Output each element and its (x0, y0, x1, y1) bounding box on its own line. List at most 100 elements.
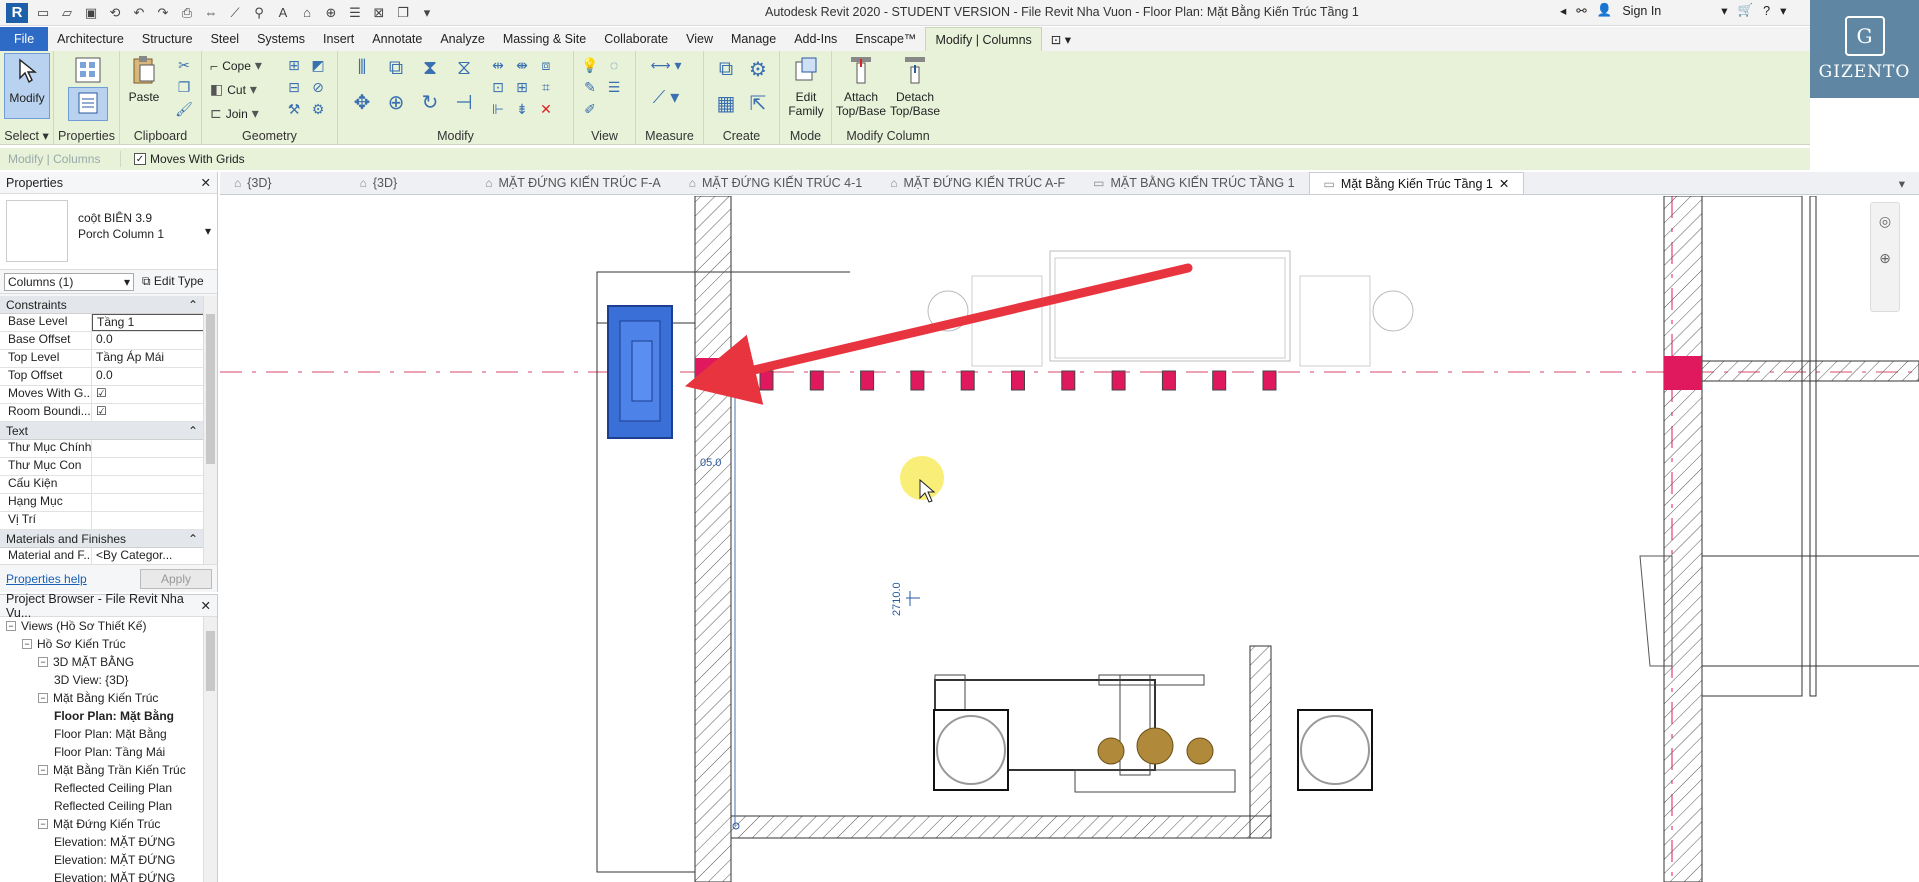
unpin-icon[interactable]: ⊞ (512, 77, 532, 97)
small-column[interactable] (1061, 370, 1076, 391)
tab-enscape[interactable]: Enscape™ (846, 27, 925, 51)
customize-qat-icon[interactable]: ▾ (418, 5, 436, 21)
moves-with-grids-prop-checkbox[interactable]: ☑ (92, 386, 204, 403)
moves-with-grids-checkbox[interactable]: ✓ (134, 153, 146, 165)
browser-tree-node[interactable]: − Mặt Đứng Kiến Trúc (0, 815, 204, 833)
tab-structure[interactable]: Structure (133, 27, 202, 51)
prop-row[interactable]: Hạng Mục (0, 494, 204, 512)
prop-value-field[interactable] (92, 458, 204, 475)
text-icon[interactable]: A (274, 5, 292, 21)
tab-massing-site[interactable]: Massing & Site (494, 27, 595, 51)
tab-steel[interactable]: Steel (202, 27, 249, 51)
small-column[interactable] (1212, 370, 1227, 391)
section-text[interactable]: Text ⌃ (0, 422, 204, 440)
prop-row[interactable]: Moves With G... ☑ (0, 386, 204, 404)
scrollbar-thumb[interactable] (206, 631, 215, 691)
trim-single-icon[interactable]: ⊩ (488, 99, 508, 119)
dimension-small-text[interactable]: 05.0 (700, 457, 721, 469)
tabs-dropdown-icon[interactable]: ▾ (1885, 172, 1919, 194)
browser-tree-node[interactable]: 3D View: {3D} (0, 671, 204, 689)
browser-tree-node[interactable]: Reflected Ceiling Plan (0, 797, 204, 815)
detach-top-base-button[interactable]: Detach Top/Base (890, 53, 940, 118)
instance-filter-select[interactable]: Columns (1) ▾ (4, 272, 134, 291)
navigation-bar[interactable]: ◎ ⊕ (1870, 202, 1900, 312)
browser-tree-node[interactable]: Elevation: MẶT ĐỨNG (0, 851, 204, 869)
modify-button[interactable]: Modify (4, 53, 50, 119)
cut-dropdown-icon[interactable]: ▾ (250, 81, 257, 98)
tab-add-ins[interactable]: Add-Ins (785, 27, 846, 51)
mirror-draw-icon[interactable]: ⧖ (450, 55, 478, 81)
small-column[interactable] (1161, 370, 1176, 391)
small-column[interactable] (1262, 370, 1277, 391)
type-selector-dropdown-icon[interactable]: ▾ (205, 224, 211, 263)
trim-multiple-icon[interactable]: ⌗ (536, 77, 556, 97)
tab-insert[interactable]: Insert (314, 27, 363, 51)
sections-icon[interactable]: ⊕ (322, 5, 340, 21)
cope-dropdown-icon[interactable]: ▾ (255, 57, 262, 74)
offset-icon[interactable]: ⧉ (382, 55, 410, 81)
small-column[interactable] (759, 370, 774, 391)
browser-tree-node[interactable]: − Views (Hồ Sơ Thiết Kế) (0, 617, 204, 635)
browser-tree-node[interactable]: Reflected Ceiling Plan (0, 779, 204, 797)
copy-element-icon[interactable]: ⊕ (382, 89, 410, 115)
top-level-field[interactable]: Tầng Áp Mái (92, 350, 204, 367)
align-icon[interactable]: ⫴ (348, 55, 376, 81)
zoom-icon[interactable]: ⊕ (1871, 250, 1899, 267)
section-constraints[interactable]: Constraints ⌃ (0, 296, 204, 314)
tab-systems[interactable]: Systems (248, 27, 314, 51)
switch-windows-icon[interactable]: ❐ (394, 5, 412, 21)
browser-tree-node[interactable]: −3D MẶT BẰNG (0, 653, 204, 671)
top-offset-field[interactable]: 0.0 (92, 368, 204, 385)
scrollbar-thumb[interactable] (206, 314, 215, 464)
browser-tree-node[interactable]: Floor Plan: Tầng Mái (0, 743, 204, 761)
view-tab-elev-41[interactable]: ⌂ MẶT ĐỨNG KIẾN TRÚC 4-1 (675, 172, 877, 194)
browser-tree-node[interactable]: − Mặt Bằng Trần Kiến Trúc (0, 761, 204, 779)
user-icon[interactable]: 👤 (1597, 3, 1613, 18)
join-dropdown-icon[interactable]: ▾ (252, 105, 259, 122)
prop-row[interactable]: Vị Trí (0, 512, 204, 530)
scroll-left-icon[interactable]: ◂ (1560, 3, 1566, 18)
tree-toggle-icon[interactable]: − (38, 765, 48, 775)
prop-row[interactable]: Thư Mục Con (0, 458, 204, 476)
scale-icon[interactable]: ⊡ (488, 77, 508, 97)
prop-value-field[interactable] (92, 494, 204, 511)
type-selector[interactable]: coột BIÊN 3.9 Porch Column 1 ▾ (0, 194, 217, 270)
browser-scrollbar[interactable] (203, 617, 217, 882)
trim-extend-icon[interactable]: ⊣ (450, 89, 478, 115)
help-icon[interactable]: ? (1763, 4, 1770, 18)
prop-row[interactable]: Material and F... <By Categor... (0, 548, 204, 564)
create-similar-icon[interactable]: ⇱ (744, 89, 772, 117)
room-bounding-checkbox[interactable]: ☑ (92, 404, 204, 421)
open-icon[interactable]: ▱ (58, 5, 76, 21)
edit-family-button[interactable]: Edit Family (784, 53, 828, 118)
view-tab-plan-upper[interactable]: ▭ MẶT BẰNG KIẾN TRÚC TẦNG 1 (1079, 172, 1308, 194)
base-level-field[interactable]: Tầng 1 (92, 314, 204, 331)
thin-lines-icon[interactable]: ☰ (346, 5, 364, 21)
prop-row[interactable]: Base Offset 0.0 (0, 332, 204, 350)
attach-top-base-button[interactable]: Attach Top/Base (836, 53, 886, 118)
redo-icon[interactable]: ↷ (154, 5, 172, 21)
browser-tree-node[interactable]: Floor Plan: Mặt Bằng (0, 725, 204, 743)
prop-value-field[interactable] (92, 440, 204, 457)
view-dropdown-icon[interactable]: ☰ (604, 77, 624, 97)
base-offset-field[interactable]: 0.0 (92, 332, 204, 349)
small-column[interactable] (809, 370, 824, 391)
dimension-long-text[interactable]: 2710.0 (891, 582, 903, 616)
steering-wheel-icon[interactable]: ◎ (1871, 213, 1899, 230)
paint-view-icon[interactable]: ✐ (580, 99, 600, 119)
browser-tree-node[interactable]: − Mặt Bằng Kiến Trúc (0, 689, 204, 707)
view-tab-3d-2[interactable]: ⌂ {3D} (346, 172, 412, 194)
apply-button[interactable]: Apply (140, 568, 212, 589)
prop-value-field[interactable] (92, 476, 204, 493)
tab-analyze[interactable]: Analyze (431, 27, 493, 51)
linework-icon[interactable]: ✎ (580, 77, 600, 97)
prop-row[interactable]: Cấu Kiện (0, 476, 204, 494)
save-icon[interactable]: ▣ (82, 5, 100, 21)
tag-icon[interactable]: ⚲ (250, 5, 268, 21)
tree-toggle-icon[interactable]: − (38, 693, 48, 703)
column-magenta-main[interactable] (695, 358, 725, 388)
browser-tree-node[interactable]: − Hồ Sơ Kiến Trúc (0, 635, 204, 653)
select-panel-label[interactable]: Select ▾ (0, 128, 53, 143)
view-tab-elev-fa[interactable]: ⌂ MẶT ĐỨNG KIẾN TRÚC F-A (471, 172, 675, 194)
override-icon[interactable]: ◌ (604, 55, 624, 75)
